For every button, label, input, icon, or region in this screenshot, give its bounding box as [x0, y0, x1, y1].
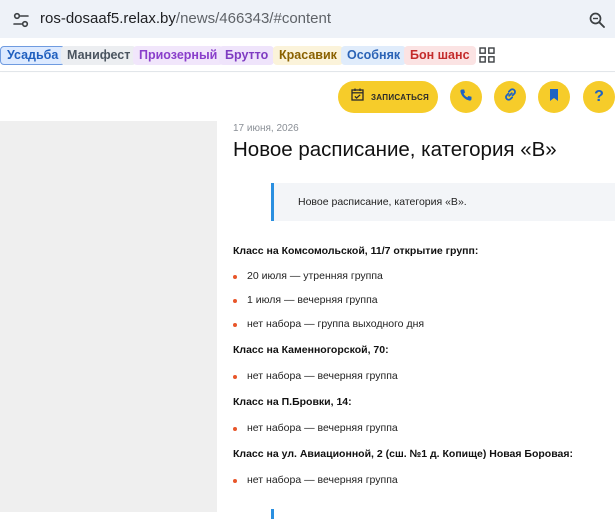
bullet-icon: [233, 299, 237, 303]
url-text[interactable]: ros-dosaaf5.relax.by/news/466343/#conten…: [40, 10, 331, 27]
left-sidebar: [0, 121, 217, 512]
help-icon: ?: [594, 88, 604, 105]
bookmark-manifest[interactable]: Манифест: [61, 46, 137, 65]
bullet-icon: [233, 375, 237, 379]
list-item: нет набора — вечерняя группа: [247, 422, 398, 434]
enroll-button[interactable]: ЗАПИСАТЬСЯ: [338, 81, 438, 113]
bullet-icon: [233, 479, 237, 483]
group-heading: Класс на Каменногорской, 70:: [233, 344, 389, 356]
zoom-icon[interactable]: [588, 11, 606, 29]
bookmark-osobnyak[interactable]: Особняк: [341, 46, 407, 65]
list-item: 1 июля — вечерняя группа: [247, 294, 378, 306]
article: 17 июня, 2026 Новое расписание, категори…: [217, 121, 615, 519]
list-item: 20 июля — утренняя группа: [247, 270, 383, 282]
list-item: нет набора — вечерняя группа: [247, 474, 398, 486]
link-button[interactable]: [494, 81, 526, 113]
bookmark-priozerny[interactable]: Приозерный: [133, 46, 224, 65]
bookmark-krasavik[interactable]: Красавик: [273, 46, 343, 65]
url-path: /news/466343/#content: [175, 10, 332, 27]
site-toolbar: ЗАПИСАТЬСЯ ?: [0, 73, 615, 121]
group-heading: Класс на П.Бровки, 14:: [233, 396, 352, 408]
bookmarks-bar: Усадьба Манифест Приозерный Брутто Краса…: [0, 38, 615, 72]
apps-grid-icon[interactable]: [479, 47, 495, 63]
bullet-icon: [233, 275, 237, 279]
bookmark-usadba[interactable]: Усадьба: [0, 46, 66, 65]
url-host: ros-dosaaf5.relax.by: [40, 10, 176, 27]
bookmark-icon: [548, 88, 560, 107]
list-item: нет набора — вечерняя группа: [247, 370, 398, 382]
list-item: нет набора — группа выходного дня: [247, 318, 425, 330]
group-heading: Класс на Комсомольской, 11/7 открытие гр…: [233, 245, 479, 257]
address-bar[interactable]: ros-dosaaf5.relax.by/news/466343/#conten…: [0, 0, 615, 38]
article-title: Новое расписание, категория «В»: [233, 138, 557, 161]
bookmark-brutto[interactable]: Брутто: [219, 46, 275, 65]
bookmark-button[interactable]: [538, 81, 570, 113]
enroll-label: ЗАПИСАТЬСЯ: [371, 92, 430, 102]
calendar-check-icon: [351, 88, 364, 106]
bullet-icon: [233, 427, 237, 431]
link-icon: [503, 87, 518, 107]
phone-icon: [459, 88, 473, 107]
help-button[interactable]: ?: [583, 81, 615, 113]
site-settings-icon[interactable]: [12, 11, 30, 29]
bullet-icon: [233, 323, 237, 327]
article-lead-quote: Новое расписание, категория «В».: [271, 183, 615, 221]
next-quote-bar: [271, 509, 274, 519]
group-heading: Класс на ул. Авиационной, 2 (сш. №1 д. К…: [233, 448, 573, 460]
article-lead-text: Новое расписание, категория «В».: [298, 196, 467, 208]
phone-button[interactable]: [450, 81, 482, 113]
article-date: 17 июня, 2026: [233, 123, 299, 134]
bookmark-bon-shans[interactable]: Бон шанс: [404, 46, 476, 65]
